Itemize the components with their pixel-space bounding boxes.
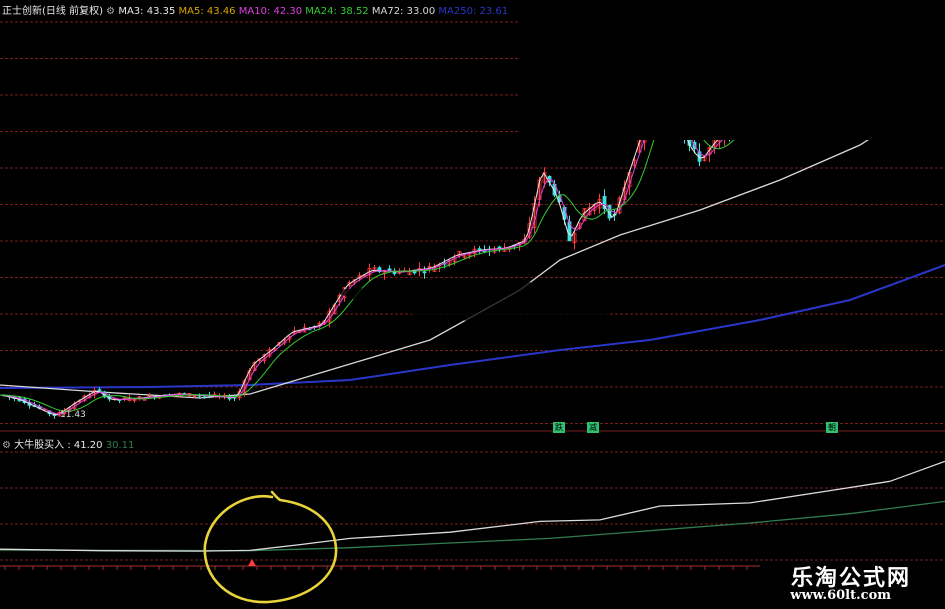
indicator-line-2 [0,500,945,552]
ma24-label: MA24: 38.52 [305,6,369,17]
low-price-label: 11.43 [60,410,86,420]
dark-smudge [330,280,610,330]
indicator-title: 大牛股买入 [14,440,65,451]
stock-chart [0,0,945,604]
indicator-settings-icon[interactable]: ⚙ [2,440,11,451]
candle-body [387,268,392,271]
candle-body [477,248,482,251]
candle-body [422,271,427,274]
ma10-label: MA10: 42.30 [238,6,303,17]
indicator-line-1 [0,460,945,552]
settings-icon[interactable]: ⚙ [106,6,115,17]
candle-body [497,246,502,249]
candle-body [142,398,147,401]
ma5-label: MA5: 43.46 [178,6,236,17]
stock-title: 正士创新(日线 前复权) [2,6,103,17]
indicator-value-1: : 41.20 [67,440,103,451]
dark-region [520,0,945,140]
watermark-url: www.60lt.com [790,588,891,603]
ma250-label: MA250: 23.61 [438,6,509,17]
tag-1: 跌 [553,422,565,433]
ma72-label: MA72: 33.00 [371,6,436,17]
ma3-label: MA3: 43.35 [118,6,176,17]
highlight-circle [203,490,338,604]
indicator-header: ⚙ 大牛股买入 : 41.20 30.11 [2,436,134,451]
tag-3: 朝 [826,422,838,433]
indicator-value-2: 30.11 [105,440,135,451]
chart-header: 正士创新(日线 前复权) ⚙ MA3: 43.35 MA5: 43.46 MA1… [2,2,508,17]
tag-2: 减 [587,422,599,433]
candle-body [97,389,102,392]
buy-signal-marker [248,559,256,566]
